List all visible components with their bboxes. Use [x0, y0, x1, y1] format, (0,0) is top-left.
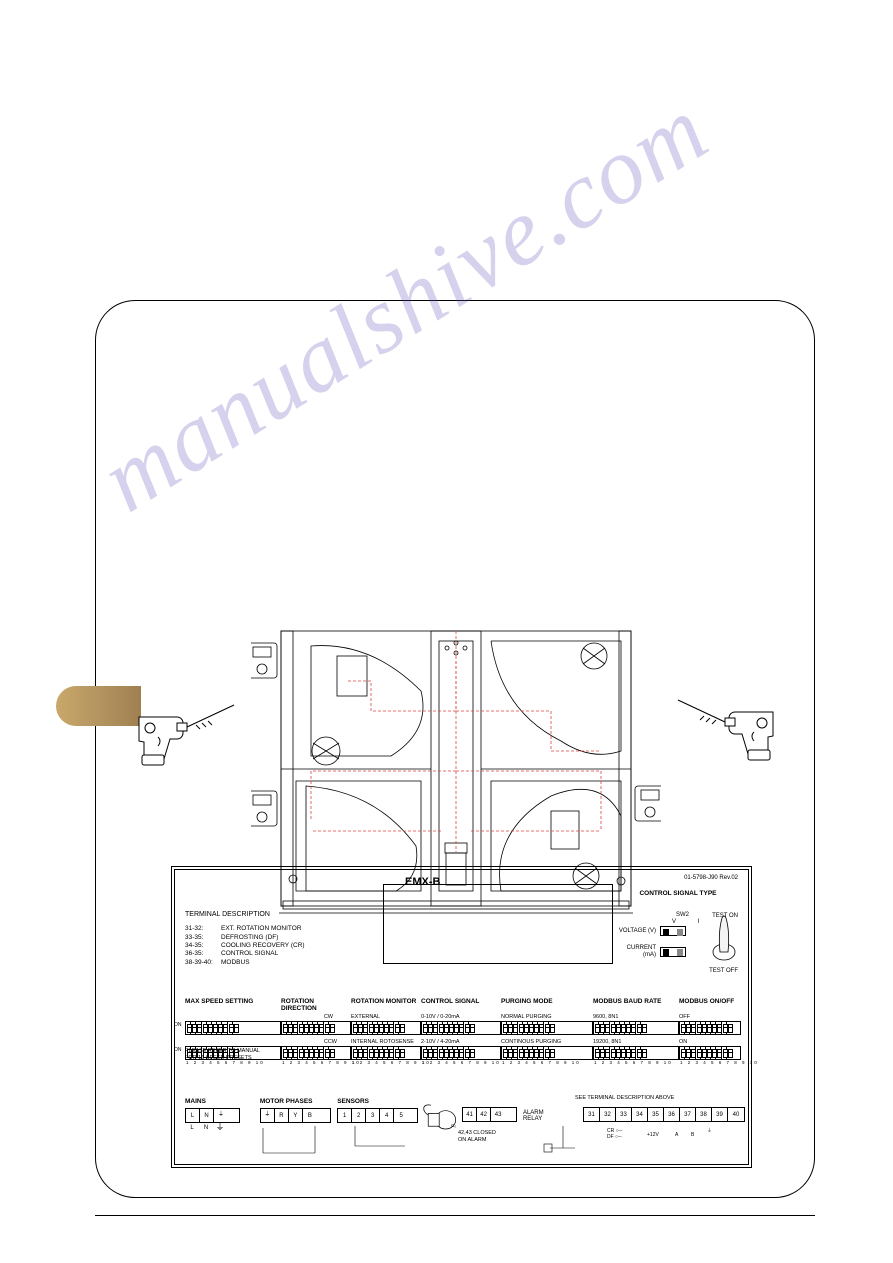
dip-maxspeed-row1[interactable] [185, 1021, 281, 1035]
dip-rotmon-row1[interactable] [351, 1021, 421, 1035]
see-terminal-description-note: SEE TERMINAL DESCRIPTION ABOVE [575, 1095, 674, 1101]
dip-ctrlsig-row1[interactable] [421, 1021, 501, 1035]
ground-icon: ⏚ [707, 1130, 712, 1133]
ground-icon: ⏚ [214, 1109, 228, 1122]
sensors-label: SENSORS [337, 1098, 417, 1105]
sw2-current-dip[interactable] [660, 947, 686, 957]
fan-upper-right-icon [491, 641, 621, 754]
v-i-label: V I [672, 919, 709, 925]
dip-ctrlsig-row2[interactable] [421, 1046, 501, 1060]
test-toggle-switch[interactable] [710, 912, 738, 962]
col-purging-mode-label: PURGING MODE [501, 998, 593, 1012]
display-area [383, 884, 613, 964]
p12v-sub-label: +12V [647, 1132, 659, 1138]
test-off-label: TEST OFF [709, 968, 738, 974]
col-modbus-onoff-label: MODBUS ON/OFF [679, 998, 741, 1012]
dip-purge-row1[interactable] [501, 1021, 593, 1035]
col-rotation-monitor-label: ROTATION MONITOR [351, 998, 421, 1012]
speed-preset-note: PLEASE REFER TO MANUAL FOR 16 SPEED PRES… [185, 1048, 265, 1061]
df-sub-label: DF [607, 1134, 614, 1140]
mains-label: MAINS [185, 1098, 240, 1105]
cordless-drill-right-icon [676, 676, 776, 766]
voltage-label: VOLTAGE (V) [618, 928, 656, 935]
current-label: CURRENT (mA) [618, 945, 656, 958]
bottom-connection-lines [255, 1108, 595, 1168]
damper-actuator-right-icon [635, 786, 661, 821]
dip-rotdir-row2[interactable] [281, 1046, 351, 1060]
dip-baud-row1[interactable] [593, 1021, 679, 1035]
terminals-31-40: 31 32 33 34 35 36 37 38 39 40 [583, 1107, 745, 1122]
col-rotation-direction-label: ROTATION DIRECTION [281, 998, 351, 1012]
damper-actuator-bottom-left-icon [251, 791, 277, 826]
motor-phases-label: MOTOR PHASES [260, 1098, 331, 1105]
dip-rotmon-row2[interactable] [351, 1046, 421, 1060]
col-modbus-baud-label: MODBUS BAUD RATE [593, 998, 679, 1012]
control-signal-type-block: CONTROL SIGNAL TYPE SW2 V I VOLTAGE (V) … [618, 890, 738, 970]
dip-purge-row2[interactable] [501, 1046, 593, 1060]
b-sub-label: B [691, 1132, 694, 1138]
ground-icon: ⏚ [213, 1125, 227, 1131]
control-signal-type-heading: CONTROL SIGNAL TYPE [618, 890, 738, 897]
terminal-description: TERMINAL DESCRIPTION 31-32:EXT. ROTATION… [185, 910, 355, 967]
col-maxspeed-label: MAX SPEED SETTING [185, 998, 281, 1012]
sw2-voltage-dip[interactable] [660, 926, 686, 936]
col-control-signal-label: CONTROL SIGNAL [421, 998, 501, 1012]
a-sub-label: A [675, 1132, 678, 1138]
dip-switch-grid: MAX SPEED SETTING ROTATION DIRECTION ROT… [185, 998, 745, 1065]
cordless-drill-left-icon [136, 681, 236, 771]
terminal-description-heading: TERMINAL DESCRIPTION [185, 910, 355, 919]
damper-actuator-top-left-icon [251, 643, 277, 678]
sw2-label: SW2 [676, 912, 689, 918]
page-frame: EMX-B 01-5798-J90 Rev.02 TERMINAL DESCRI… [95, 300, 815, 1198]
dip-rotdir-row1[interactable] [281, 1021, 351, 1035]
page-footer-line [95, 1215, 815, 1216]
dip-modonoff-row2[interactable] [679, 1046, 741, 1060]
dip-modonoff-row1[interactable] [679, 1021, 741, 1035]
mains-terminal-block: L N ⏚ [185, 1108, 240, 1123]
hvac-with-drills-illustration [136, 461, 776, 771]
doc-number: 01-5798-J90 Rev.02 [684, 875, 738, 881]
side-tab [56, 686, 141, 726]
emx-b-control-panel: EMX-B 01-5798-J90 Rev.02 TERMINAL DESCRI… [171, 866, 752, 1168]
dip-baud-row2[interactable] [593, 1046, 679, 1060]
fan-upper-left-icon [311, 646, 423, 765]
